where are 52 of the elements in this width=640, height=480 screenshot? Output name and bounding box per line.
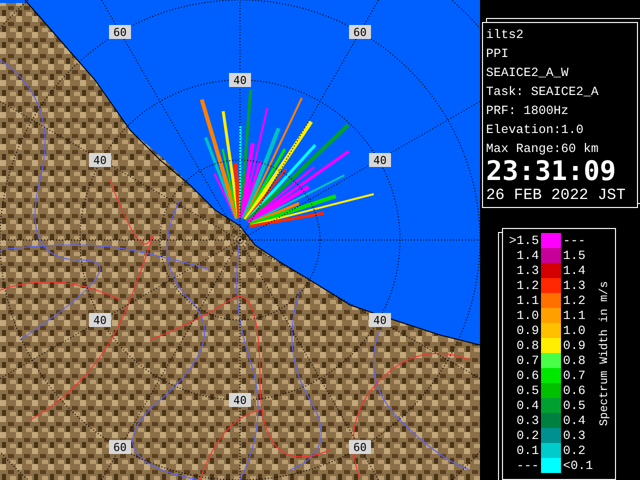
info-line: PPI [486, 46, 510, 63]
info-line: Max Range:60 km [486, 141, 600, 158]
legend-value: 0.9 [515, 324, 540, 338]
legend-value: 0.1 [515, 444, 540, 458]
range-label: 40 [229, 393, 251, 407]
legend-value: 1.3 [562, 278, 587, 292]
legend-value: 1.2 [515, 278, 540, 292]
scan-date: 26 FEB 2022 JST [486, 185, 627, 205]
range-label: 40 [89, 313, 111, 327]
info-line: Task: SEAICE2_A [486, 84, 600, 101]
legend-value: 0.2 [515, 428, 540, 442]
range-label: 40 [89, 153, 111, 167]
legend-value: <0.1 [562, 458, 594, 472]
range-label: 40 [369, 313, 391, 327]
legend-value: 0.6 [562, 384, 587, 398]
legend-value: 1.0 [562, 324, 587, 338]
legend-value: >1.5 [508, 234, 540, 248]
legend-value: 1.2 [562, 294, 587, 308]
legend-value: 0.8 [562, 354, 587, 368]
range-label: 60 [109, 440, 131, 454]
legend-value: 1.4 [562, 264, 587, 278]
range-label: 60 [349, 440, 371, 454]
info-line: PRF: 1800Hz [486, 103, 570, 120]
info-line: ilts2 [486, 27, 525, 44]
legend-value: --- [562, 234, 587, 248]
legend-value: 0.7 [515, 354, 540, 368]
range-label: 40 [229, 73, 251, 87]
legend-title: Spectrum Width in m/s [598, 280, 610, 426]
legend-value: --- [515, 458, 540, 472]
legend-value: 0.2 [562, 444, 587, 458]
range-label: 40 [369, 153, 391, 167]
legend-value: 1.5 [562, 248, 587, 262]
legend-value: 0.4 [515, 398, 540, 412]
legend-value: 1.3 [515, 264, 540, 278]
legend-value: 1.0 [515, 308, 540, 322]
range-label: 60 [109, 25, 131, 39]
legend-value: 0.9 [562, 338, 587, 352]
range-label: 60 [349, 25, 371, 39]
legend-value: 0.4 [562, 414, 587, 428]
scan-time: 23:31:09 [486, 159, 618, 185]
info-line: Elevation:1.0 [486, 122, 585, 139]
info-line: SEAICE2_A_W [486, 65, 570, 82]
legend-value: 1.1 [515, 294, 540, 308]
legend-value: 0.3 [562, 428, 587, 442]
legend-value: 0.3 [515, 414, 540, 428]
legend-value: 0.7 [562, 368, 587, 382]
legend-value: 0.5 [515, 384, 540, 398]
legend-value: 0.6 [515, 368, 540, 382]
legend-value: 0.5 [562, 398, 587, 412]
legend-value: 1.1 [562, 308, 587, 322]
legend-value: 0.8 [515, 338, 540, 352]
legend-value: 1.4 [515, 248, 540, 262]
